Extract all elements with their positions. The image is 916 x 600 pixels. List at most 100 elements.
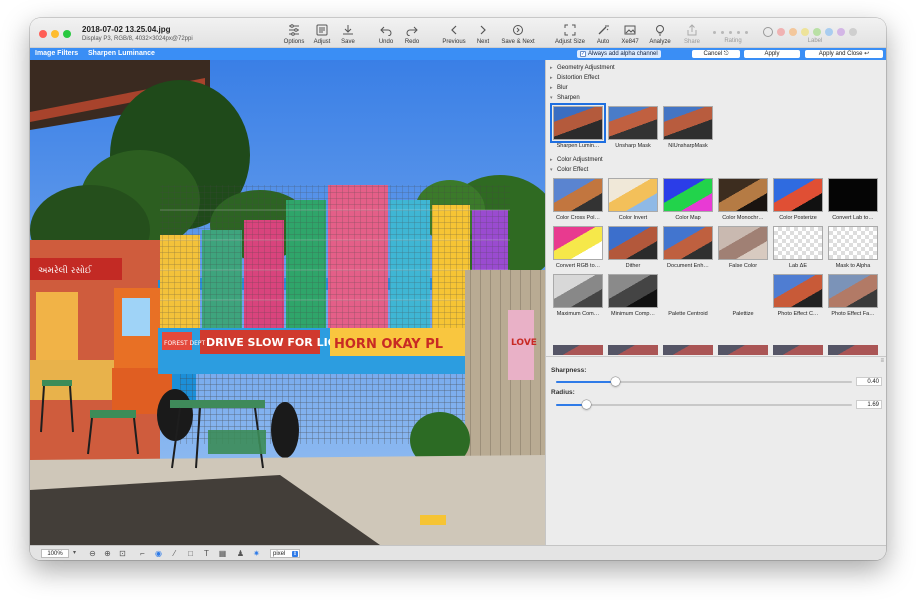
sharpness-slider-knob[interactable] <box>611 377 621 386</box>
sharpness-slider[interactable] <box>556 377 852 386</box>
app-window: 2018-07-02 13.25.04.jpg Display P3, RGB/… <box>30 18 886 560</box>
minimize-window-button[interactable] <box>51 30 59 38</box>
share-button[interactable]: Share <box>674 24 710 45</box>
filter-tile[interactable]: Document Enh… <box>662 226 714 269</box>
rating-dot[interactable] <box>729 31 732 34</box>
filter-tile[interactable]: Palette Centroid <box>662 274 714 317</box>
color-picker-icon[interactable]: ◉ <box>154 549 163 558</box>
filter-tile[interactable]: Photo Effect C… <box>772 274 824 317</box>
analyze-label: Analyze <box>649 39 671 45</box>
filter-tile-label: Color Posterize <box>779 215 817 221</box>
save-button[interactable]: Save <box>330 24 366 45</box>
filter-thumbnail[interactable] <box>828 345 878 355</box>
save-and-next-button[interactable]: Save & Next <box>498 24 538 45</box>
category-blur[interactable]: ▸ Blur <box>550 84 568 92</box>
filter-thumbnail[interactable] <box>773 345 823 355</box>
filter-thumbnail <box>663 178 713 212</box>
brush-icon[interactable]: ⁄ <box>170 549 179 558</box>
label-color-gray[interactable] <box>849 28 857 36</box>
filter-tile[interactable]: Color Map <box>662 178 714 221</box>
filter-tile[interactable]: NIUnsharpMask <box>662 106 714 149</box>
radius-slider[interactable] <box>556 400 852 409</box>
rating-dot[interactable] <box>745 31 748 34</box>
analyze-button[interactable]: Analyze <box>642 24 678 45</box>
filter-thumbnail[interactable] <box>608 345 658 355</box>
image-canvas[interactable]: અમરેલી રસોઈ DRIVE SLOW FOR LIONS HORN OK… <box>30 60 545 545</box>
apply-button[interactable]: Apply <box>744 50 800 58</box>
filter-tile[interactable]: Unsharp Mask <box>607 106 659 149</box>
rating-dot[interactable] <box>737 31 740 34</box>
cancel-button[interactable]: Cancel ⎋ <box>692 50 740 58</box>
label-color-purple[interactable] <box>837 28 845 36</box>
filter-tile-label: Palettize <box>732 311 754 317</box>
category-distortion-effect[interactable]: ▸ Distortion Effect <box>550 74 599 82</box>
sharpness-value-field[interactable]: 0.40 <box>856 377 882 386</box>
filter-thumbnail[interactable] <box>553 345 603 355</box>
sun-icon[interactable]: ✷ <box>252 549 261 558</box>
radius-slider-knob[interactable] <box>581 400 591 409</box>
category-geometry-adjustment[interactable]: ▸ Geometry Adjustment <box>550 64 615 72</box>
rating-dot[interactable] <box>713 31 716 34</box>
filter-tile-label: Color Cross Pol… <box>555 215 600 221</box>
filter-tile[interactable]: Color Cross Pol… <box>552 178 604 221</box>
filter-thumbnail[interactable] <box>718 345 768 355</box>
filter-tile[interactable]: Sharpen Lumin… <box>550 103 606 149</box>
label-color-red[interactable] <box>777 28 785 36</box>
filter-tile[interactable]: Palettize <box>717 274 769 317</box>
filter-tile[interactable]: Color Monochr… <box>717 178 769 221</box>
filter-tile-label: Maximum Com… <box>556 311 600 317</box>
apply-and-close-button[interactable]: Apply and Close ↩ <box>805 50 883 58</box>
adjust-size-button[interactable]: Adjust Size <box>552 24 588 45</box>
filter-thumbnail <box>608 226 658 260</box>
redo-button[interactable]: Redo <box>394 24 430 45</box>
label-color-yellow[interactable] <box>801 28 809 36</box>
zoom-level-field[interactable]: 100% <box>41 549 69 558</box>
filter-tile[interactable]: Minimum Comp… <box>607 274 659 317</box>
category-sharpen[interactable]: ▾ Sharpen <box>550 94 580 102</box>
filter-thumbnail <box>718 178 768 212</box>
text-tool-icon[interactable]: T <box>202 549 211 558</box>
filter-tile[interactable]: Lab ΔE <box>772 226 824 269</box>
crop-icon[interactable]: ⌐ <box>138 549 147 558</box>
filter-tile[interactable]: Dither <box>607 226 659 269</box>
zoom-dropdown-icon[interactable]: ▾ <box>70 549 79 558</box>
filter-thumbnail <box>608 178 658 212</box>
filter-thumbnail[interactable] <box>663 345 713 355</box>
filter-tile[interactable]: Color Posterize <box>772 178 824 221</box>
grid-icon[interactable]: ▦ <box>218 549 227 558</box>
lightbulb-icon <box>656 25 664 36</box>
rating-dot[interactable] <box>721 31 724 34</box>
filter-tile-label: Lab ΔE <box>788 263 808 269</box>
zoom-window-button[interactable] <box>63 30 71 38</box>
filter-tile[interactable]: Photo Effect Fa… <box>827 274 879 317</box>
filter-tile[interactable]: Color Invert <box>607 178 659 221</box>
zoom-in-icon[interactable]: ⊕ <box>103 549 112 558</box>
filter-tile[interactable]: Convert RGB to… <box>552 226 604 269</box>
select-icon[interactable]: □ <box>186 549 195 558</box>
fit-to-window-icon[interactable]: ⊡ <box>118 549 127 558</box>
next-button[interactable]: Next <box>465 24 501 45</box>
filter-thumbnail <box>663 106 713 140</box>
filter-thumbnail <box>553 178 603 212</box>
filter-tile[interactable]: Mask to Alpha <box>827 226 879 269</box>
panel-grip-icon[interactable]: ≡ <box>880 358 884 364</box>
close-window-button[interactable] <box>39 30 47 38</box>
filter-tile[interactable]: False Color <box>717 226 769 269</box>
category-color-adjustment[interactable]: ▸ Color Adjustment <box>550 156 603 164</box>
person-icon[interactable]: ♟ <box>236 549 245 558</box>
label-none-icon[interactable] <box>763 27 773 37</box>
save-next-icon <box>513 25 523 35</box>
truck-sign-text-3: FOREST DEPT <box>164 340 206 347</box>
unit-select[interactable]: pixel ⇕ <box>270 549 300 558</box>
label-color-blue[interactable] <box>825 28 833 36</box>
filter-tile-label: Color Map <box>675 215 701 221</box>
zoom-out-icon[interactable]: ⊖ <box>88 549 97 558</box>
label-color-orange[interactable] <box>789 28 797 36</box>
category-color-effect[interactable]: ▾ Color Effect <box>550 166 588 174</box>
radius-value-field[interactable]: 1.69 <box>856 400 882 409</box>
alpha-channel-checkbox[interactable]: ✓ Always add alpha channel <box>577 50 661 58</box>
label-color-green[interactable] <box>813 28 821 36</box>
checkmark-icon: ✓ <box>580 51 586 57</box>
filter-tile[interactable]: Maximum Com… <box>552 274 604 317</box>
filter-tile[interactable]: Convert Lab to… <box>827 178 879 221</box>
